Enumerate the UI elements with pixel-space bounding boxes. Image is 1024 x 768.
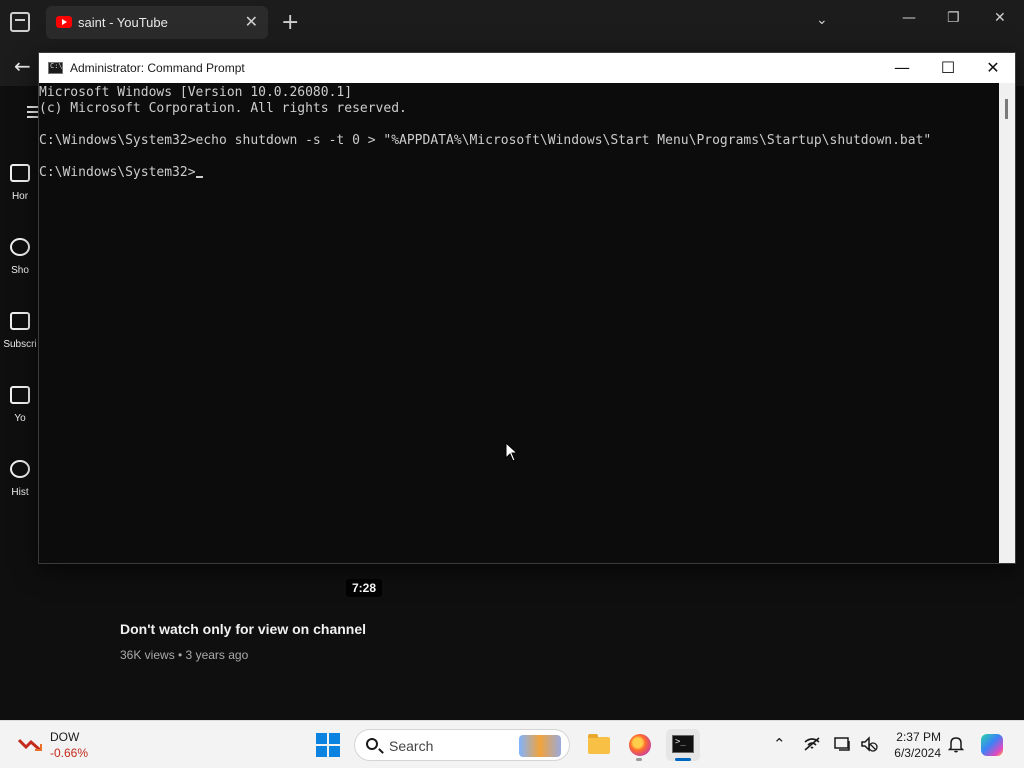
nav-item-subscriptions[interactable]: Subscri [0,312,40,352]
tab-list-chevron-icon[interactable]: ⌄ [816,12,828,28]
new-tab-button[interactable]: + [281,10,299,35]
nav-label: Hor [11,191,29,202]
cmd-close-button[interactable]: ✕ [975,56,1011,80]
running-indicator [636,758,642,761]
shorts-icon [10,238,30,256]
cmd-app-icon [48,62,63,74]
subscriptions-icon [10,312,30,330]
history-icon [10,460,30,478]
browser-close-button[interactable]: ✕ [994,10,1006,26]
tab-title: saint - YouTube [78,15,168,30]
browser-tab-bar: saint - YouTube ✕ + ⌄ — ❐ ✕ [0,0,1024,46]
file-explorer-button[interactable] [580,729,614,761]
tab-close-icon[interactable]: ✕ [245,12,258,32]
browser-restore-button[interactable]: ❐ [947,10,960,26]
nav-item-home[interactable]: Hor [0,164,40,204]
cmd-minimize-button[interactable]: — [884,56,920,80]
browser-minimize-button[interactable]: — [902,10,916,26]
text-cursor [195,176,203,178]
video-meta: 36K views • 3 years ago [120,648,249,662]
browser-tab-youtube[interactable]: saint - YouTube ✕ [46,6,268,39]
video-duration-badge: 7:28 [346,579,383,597]
clock-time[interactable]: 2:37 PM [896,730,941,744]
console-line: (c) Microsoft Corporation. All rights re… [39,101,407,116]
folder-icon [588,734,610,754]
firefox-button[interactable] [622,729,656,761]
nav-label: Yo [14,413,26,424]
network-icon[interactable] [803,736,821,752]
taskbar-search-box[interactable]: Search [354,729,570,761]
cmd-console-area[interactable]: Microsoft Windows [Version 10.0.26080.1]… [39,83,1001,563]
stock-trend-icon[interactable] [18,736,42,752]
console-prompt-line[interactable]: C:\Windows\System32> [39,165,203,180]
search-placeholder: Search [389,738,434,754]
you-icon [10,386,30,404]
tab-actions-icon[interactable] [10,12,30,32]
home-icon [10,164,30,182]
nav-label: Subscri [3,339,37,350]
clock-date[interactable]: 6/3/2024 [888,746,941,760]
cmd-scrollbar[interactable] [999,83,1015,563]
nav-item-you[interactable]: Yo [0,386,40,426]
mouse-pointer-icon [505,442,518,462]
youtube-icon [56,16,72,28]
nav-item-shorts[interactable]: Sho [0,238,40,278]
stock-change: -0.66% [50,746,89,760]
back-arrow-icon[interactable]: ← [14,54,31,78]
terminal-icon [672,735,694,753]
screen: saint - YouTube ✕ + ⌄ — ❐ ✕ ← Hor Sho Su… [0,0,1024,768]
command-prompt-window[interactable]: Administrator: Command Prompt — ☐ ✕ Micr… [38,52,1016,564]
cmd-window-title: Administrator: Command Prompt [70,61,245,75]
taskbar: DOW -0.66% Search ⌃ [0,720,1024,768]
display-icon[interactable] [834,736,852,752]
cmd-title-bar[interactable]: Administrator: Command Prompt — ☐ ✕ [39,53,1015,83]
stock-name[interactable]: DOW [50,730,79,744]
console-line: Microsoft Windows [Version 10.0.26080.1] [39,85,353,100]
cmd-maximize-button[interactable]: ☐ [930,56,966,80]
console-prompt: C:\Windows\System32> [39,165,196,180]
video-title[interactable]: Don't watch only for view on channel [120,621,366,637]
search-highlight-icon [519,735,561,757]
console-line: C:\Windows\System32>echo shutdown -s -t … [39,133,932,148]
search-icon [366,738,378,750]
nav-label: Hist [11,487,29,498]
active-indicator [675,758,691,761]
nav-item-history[interactable]: Hist [0,460,40,500]
firefox-icon [629,734,651,756]
command-prompt-taskbar-button[interactable] [666,729,700,761]
speaker-muted-icon[interactable] [860,736,878,752]
windows-start-icon[interactable] [316,733,340,757]
show-hidden-icons-chevron[interactable]: ⌃ [773,735,786,753]
notification-bell-icon[interactable] [948,735,964,753]
nav-label: Sho [11,265,29,276]
copilot-icon[interactable] [981,734,1003,756]
cmd-scrollbar-thumb[interactable] [1005,99,1008,119]
